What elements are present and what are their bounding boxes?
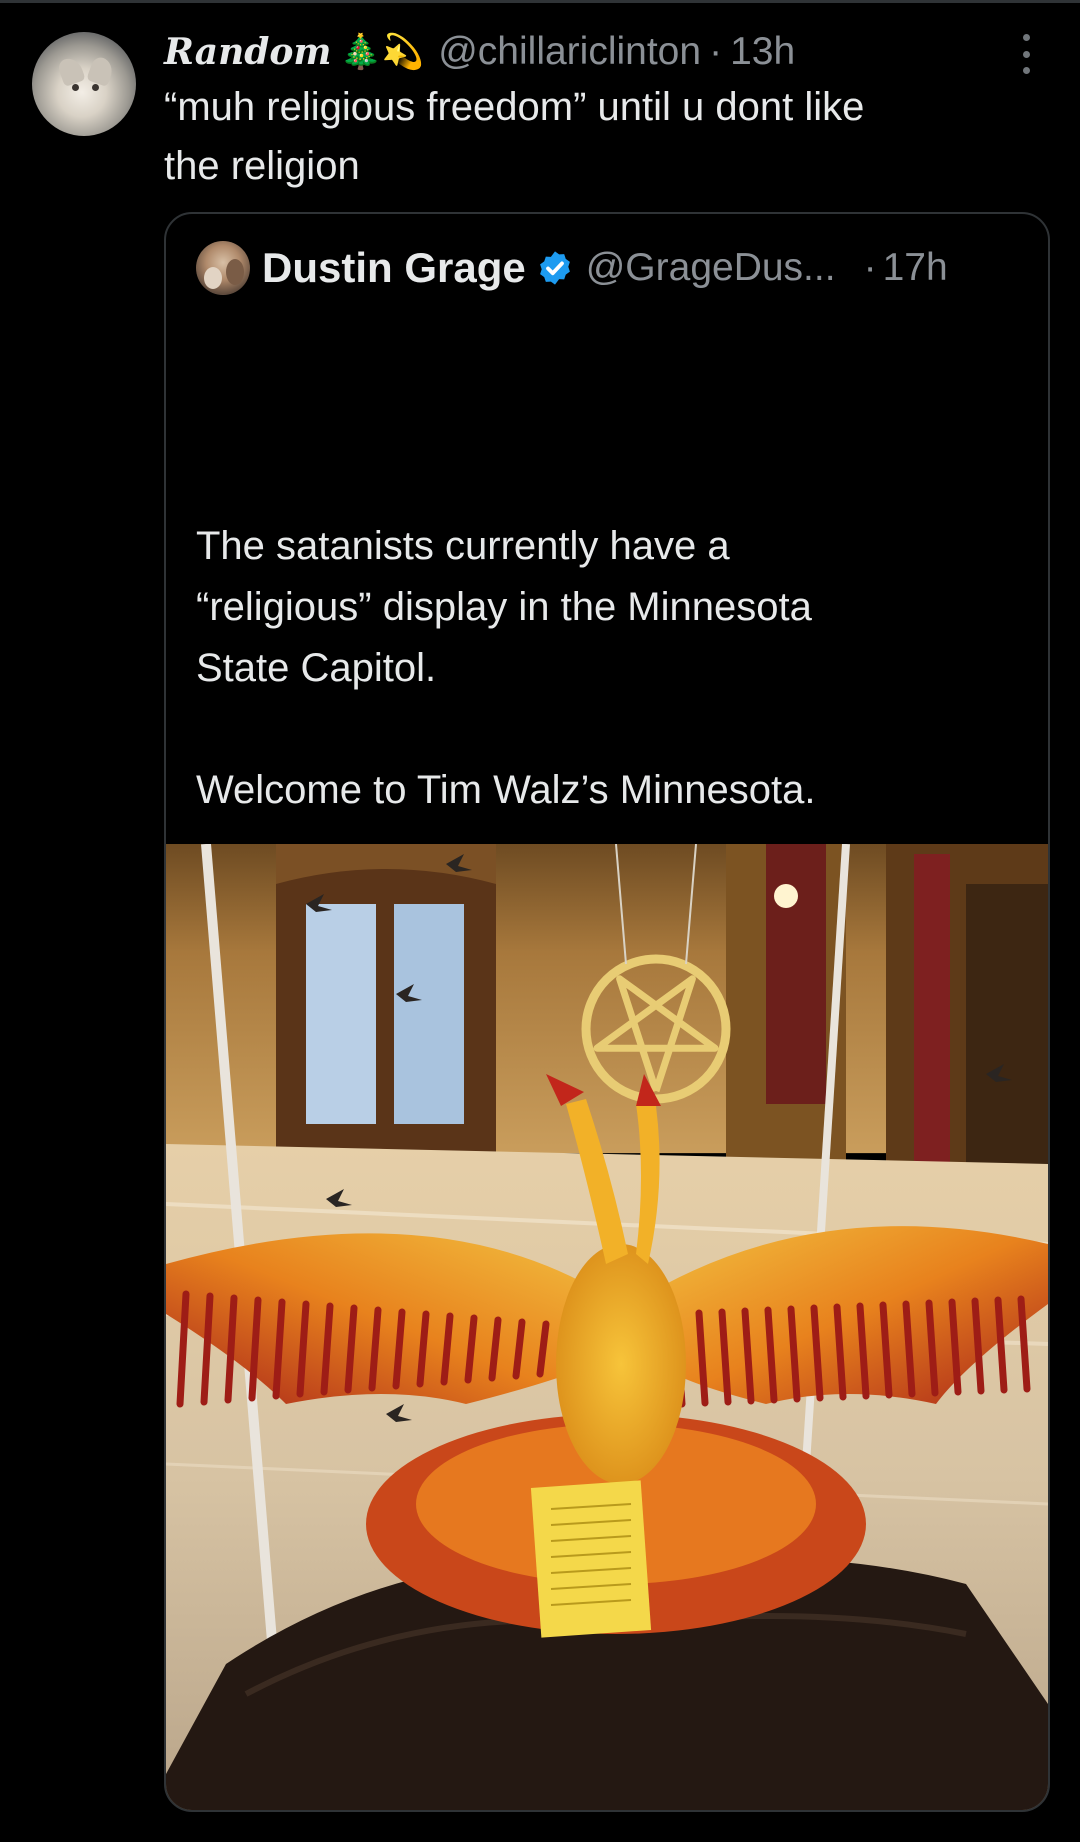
photo-red-panel (766, 844, 826, 1104)
verified-badge-icon (539, 251, 570, 285)
more-dot (1022, 34, 1030, 41)
tweet-text: “muh religious freedom” until u dont lik… (164, 78, 1024, 196)
quoted-tweet-photo[interactable] (166, 844, 1048, 1810)
more-dot (1022, 50, 1030, 58)
quoted-author-avatar[interactable] (196, 241, 250, 295)
photo-door-window (306, 904, 376, 1124)
quoted-tweet-header: Dustin Grage @GrageDus... · 17h (196, 240, 948, 296)
tweet: Random 🎄💫 @chillariclinton · 13h “muh re… (0, 0, 1080, 1842)
quoted-tweet-text-line: “religious” display in the Minnesota (196, 585, 812, 629)
phoenix-body (556, 1244, 686, 1484)
author-name-emojis: 🎄💫 (339, 32, 425, 72)
avatar-cat-eye (92, 84, 99, 91)
quoted-author-handle[interactable]: @GrageDus... (586, 246, 836, 290)
author-handle[interactable]: @chillariclinton (438, 30, 701, 74)
photo-door-window (394, 904, 464, 1124)
avatar-cat-ear (86, 55, 116, 87)
tweet-timestamp[interactable]: 13h (730, 30, 795, 74)
quoted-tweet-card[interactable]: Dustin Grage @GrageDus... · 17h The sata… (164, 212, 1050, 1812)
author-avatar[interactable] (32, 32, 136, 136)
more-dot (1022, 67, 1030, 74)
photo-red-panel (914, 854, 950, 1184)
photo-scene (166, 844, 1048, 1810)
tweet-text-line: “muh religious freedom” until u dont lik… (164, 85, 865, 129)
more-dots-icon[interactable] (1018, 34, 1034, 74)
tweet-text-line: the religion (164, 144, 360, 188)
quoted-tweet-text-line: The satanists currently have a (196, 524, 730, 568)
quoted-header-separator: · (863, 246, 877, 289)
photo-placard (530, 1480, 652, 1638)
avatar-cat-eye (72, 84, 79, 91)
quoted-author-display-name[interactable]: Dustin Grage (262, 244, 526, 292)
quoted-tweet-text-line: State Capitol. (196, 646, 437, 690)
author-display-name[interactable]: Random (164, 31, 332, 73)
photo-wooden-door (966, 884, 1048, 1204)
header-separator: · (709, 30, 723, 73)
quoted-tweet-timestamp[interactable]: 17h (883, 246, 948, 290)
photo-lamp (774, 884, 798, 908)
tweet-header: Random 🎄💫 @chillariclinton · 13h (164, 24, 795, 80)
avatar-cat-ear (56, 55, 86, 87)
quoted-tweet-text-line: Welcome to Tim Walz’s Minnesota. (196, 768, 816, 812)
